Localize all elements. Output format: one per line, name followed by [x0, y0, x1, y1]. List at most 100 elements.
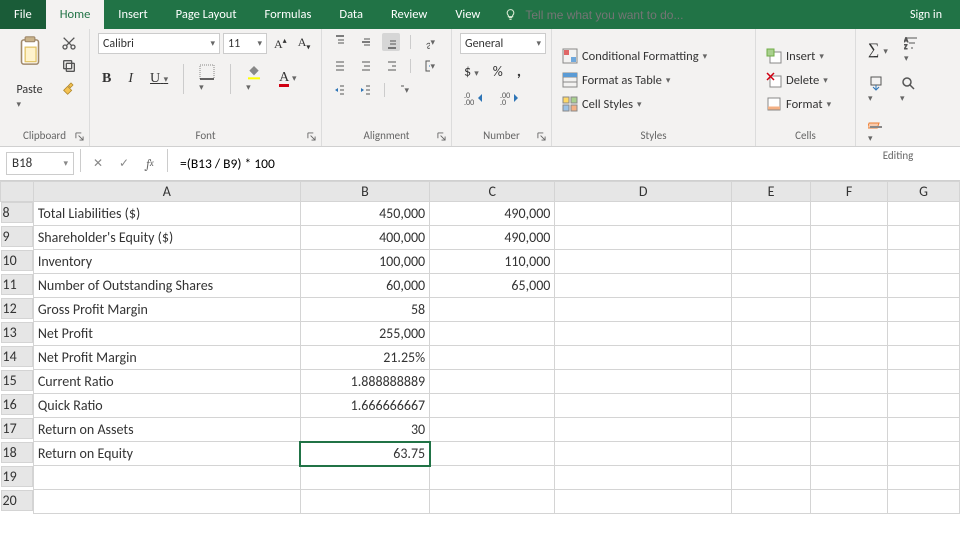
percent-format-button[interactable]: % [489, 61, 507, 82]
cell-G11[interactable] [888, 274, 960, 298]
cell-A16[interactable]: Quick Ratio [33, 394, 300, 418]
col-header-B[interactable]: B [300, 182, 429, 202]
decrease-decimal-button[interactable]: .00.0 [496, 89, 526, 107]
cell-A17[interactable]: Return on Assets [33, 418, 300, 442]
orientation-button[interactable]: ab▾ [421, 33, 439, 51]
row-header-17[interactable]: 17 [1, 418, 33, 439]
fill-button[interactable]: ▾ [864, 73, 888, 107]
cell-C17[interactable] [430, 418, 555, 442]
cell-E9[interactable] [732, 226, 811, 250]
cell-G16[interactable] [888, 394, 960, 418]
cell-D11[interactable] [555, 274, 732, 298]
row-header-12[interactable]: 12 [1, 298, 33, 319]
row-header-20[interactable]: 20 [1, 490, 33, 511]
cell-E19[interactable] [732, 466, 811, 490]
tab-page-layout[interactable]: Page Layout [162, 0, 251, 29]
cell-B19[interactable] [300, 466, 429, 490]
cell-A19[interactable] [33, 466, 300, 490]
alignment-dialog-launcher[interactable] [434, 129, 448, 143]
cell-D18[interactable] [555, 442, 732, 466]
cell-D8[interactable] [555, 202, 732, 226]
cell-F18[interactable] [811, 442, 888, 466]
cell-E8[interactable] [732, 202, 811, 226]
cell-F8[interactable] [811, 202, 888, 226]
cell-C13[interactable] [430, 322, 555, 346]
cell-G8[interactable] [888, 202, 960, 226]
shrink-font-button[interactable]: A▾ [294, 33, 315, 53]
cell-C18[interactable] [430, 442, 555, 466]
comma-format-button[interactable]: , [513, 60, 525, 83]
cell-B9[interactable]: 400,000 [300, 226, 429, 250]
cell-F14[interactable] [811, 346, 888, 370]
cell-E18[interactable] [732, 442, 811, 466]
borders-button[interactable]: ▾ [195, 62, 219, 96]
cell-D9[interactable] [555, 226, 732, 250]
cell-A9[interactable]: Shareholder's Equity ($) [33, 226, 300, 250]
align-bottom-button[interactable] [382, 33, 400, 51]
cell-C20[interactable] [430, 490, 555, 514]
cell-B10[interactable]: 100,000 [300, 250, 429, 274]
italic-button[interactable]: I [124, 69, 137, 89]
cell-F12[interactable] [811, 298, 888, 322]
cell-D16[interactable] [555, 394, 732, 418]
cell-F20[interactable] [811, 490, 888, 514]
cell-F9[interactable] [811, 226, 888, 250]
cut-button[interactable] [57, 33, 81, 53]
cell-G13[interactable] [888, 322, 960, 346]
cell-D12[interactable] [555, 298, 732, 322]
row-header-18[interactable]: 18 [1, 442, 33, 463]
align-center-button[interactable] [356, 57, 374, 75]
col-header-G[interactable]: G [888, 182, 960, 202]
delete-cells-button[interactable]: Delete▾ [764, 70, 830, 90]
align-right-button[interactable] [382, 57, 400, 75]
cell-A15[interactable]: Current Ratio [33, 370, 300, 394]
increase-indent-button[interactable] [356, 81, 374, 99]
number-dialog-launcher[interactable] [534, 129, 548, 143]
cell-G15[interactable] [888, 370, 960, 394]
autosum-button[interactable]: ∑ ▾ [864, 39, 892, 61]
row-header-15[interactable]: 15 [1, 370, 33, 391]
cell-B15[interactable]: 1.888888889 [300, 370, 429, 394]
cell-B18[interactable]: 63.75 [300, 442, 429, 466]
cell-E11[interactable] [732, 274, 811, 298]
cell-C16[interactable] [430, 394, 555, 418]
conditional-formatting-button[interactable]: Conditional Formatting▾ [560, 46, 709, 66]
cell-F19[interactable] [811, 466, 888, 490]
sort-filter-button[interactable]: AZ▾ [900, 33, 924, 67]
cell-C14[interactable] [430, 346, 555, 370]
cell-E17[interactable] [732, 418, 811, 442]
cell-G9[interactable] [888, 226, 960, 250]
cell-D10[interactable] [555, 250, 732, 274]
cell-E20[interactable] [732, 490, 811, 514]
row-header-14[interactable]: 14 [1, 346, 33, 367]
cell-B11[interactable]: 60,000 [300, 274, 429, 298]
cell-D19[interactable] [555, 466, 732, 490]
fx-button[interactable]: fx [139, 152, 161, 175]
insert-cells-button[interactable]: Insert▾ [764, 46, 826, 66]
align-left-button[interactable] [330, 57, 348, 75]
tab-review[interactable]: Review [377, 0, 441, 29]
col-header-F[interactable]: F [811, 182, 888, 202]
align-middle-button[interactable] [356, 33, 374, 51]
grow-font-button[interactable]: A▴ [270, 34, 291, 54]
cell-E14[interactable] [732, 346, 811, 370]
cell-F17[interactable] [811, 418, 888, 442]
col-header-A[interactable]: A [33, 182, 300, 202]
cell-B16[interactable]: 1.666666667 [300, 394, 429, 418]
cell-D14[interactable] [555, 346, 732, 370]
formula-input[interactable] [174, 152, 494, 175]
sign-in-link[interactable]: Sign in [892, 0, 960, 29]
cell-E16[interactable] [732, 394, 811, 418]
wrap-text-button[interactable]: ▾ [395, 81, 413, 99]
font-dialog-launcher[interactable] [304, 129, 318, 143]
cell-E12[interactable] [732, 298, 811, 322]
find-select-button[interactable]: ▾ [896, 73, 920, 107]
row-header-16[interactable]: 16 [1, 394, 33, 415]
number-format-select[interactable]: General▾ [460, 33, 546, 54]
cell-F13[interactable] [811, 322, 888, 346]
cell-C8[interactable]: 490,000 [430, 202, 555, 226]
cell-G19[interactable] [888, 466, 960, 490]
row-header-11[interactable]: 11 [1, 274, 33, 295]
cell-E10[interactable] [732, 250, 811, 274]
fill-color-button[interactable]: ▾ [242, 62, 266, 96]
